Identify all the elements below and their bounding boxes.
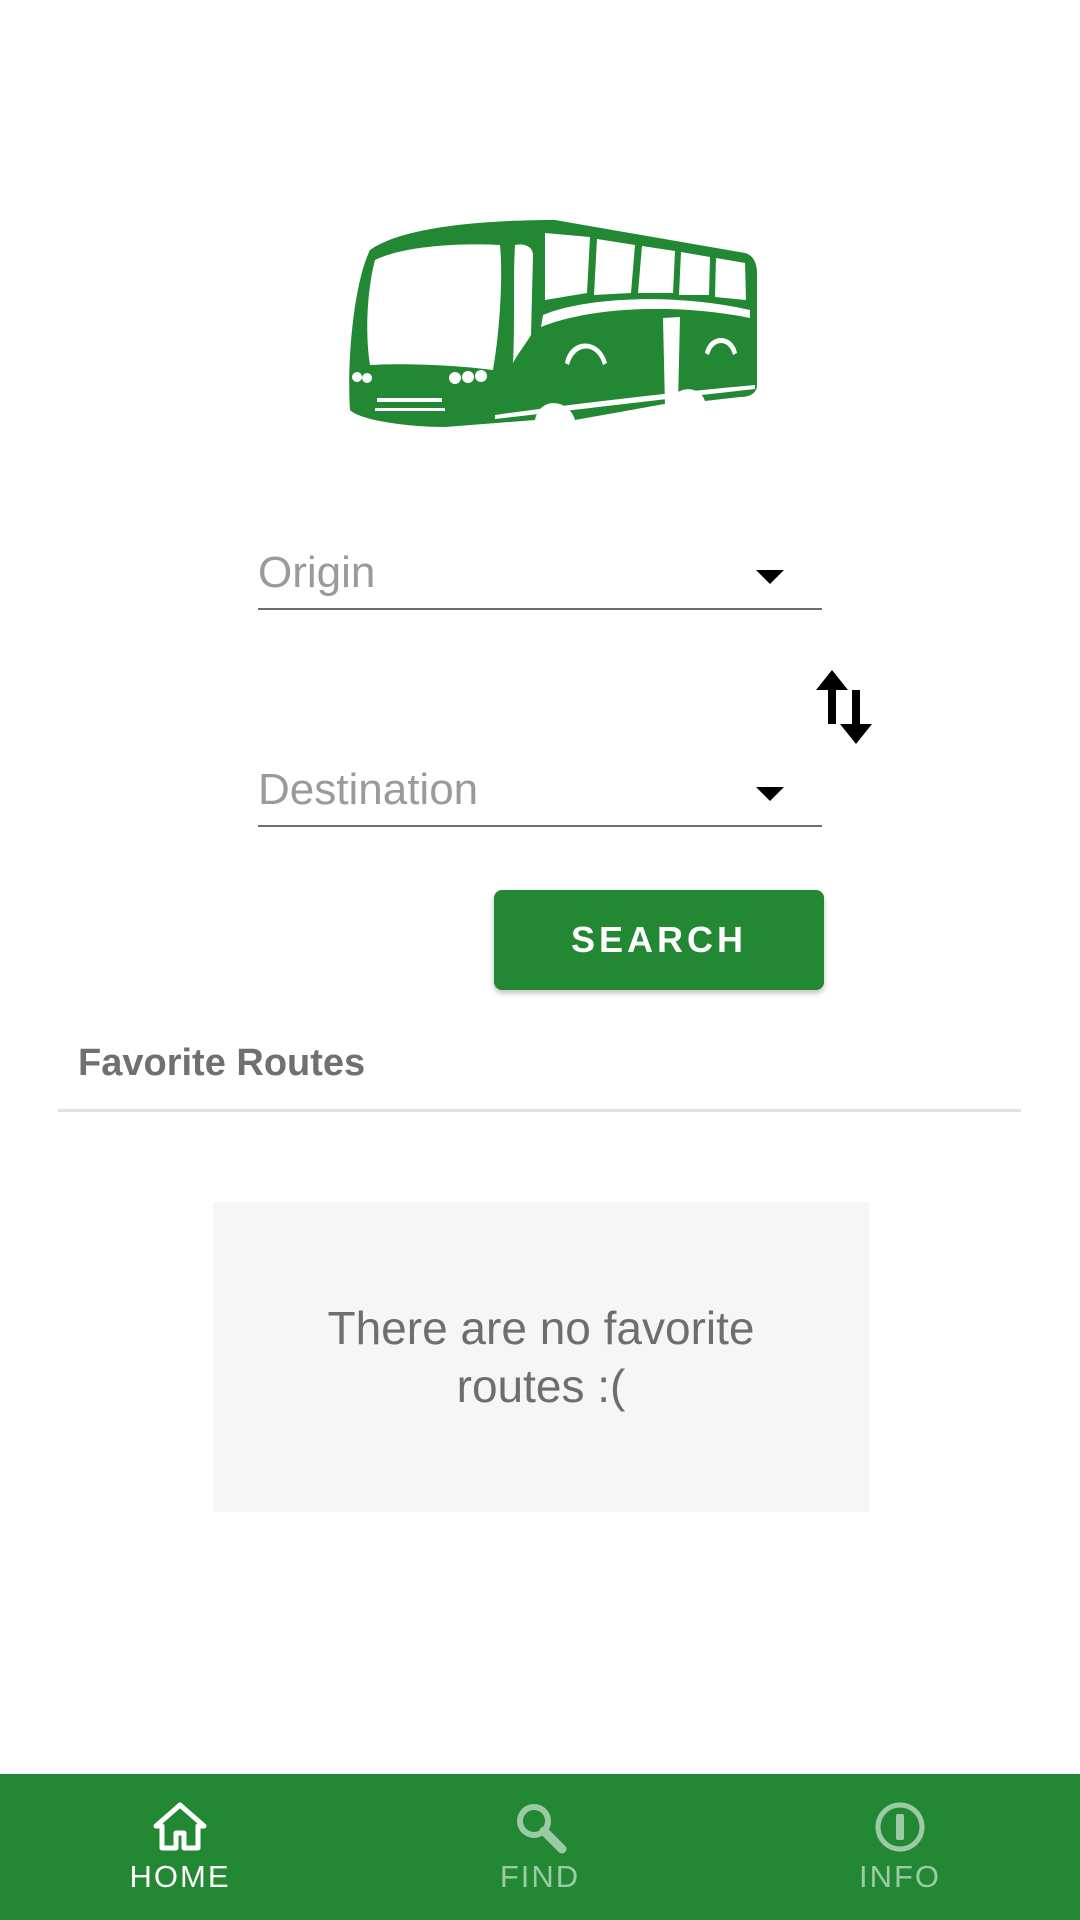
nav-home-label: HOME (129, 1859, 231, 1894)
nav-home[interactable]: HOME (0, 1774, 360, 1920)
swap-vertical-icon[interactable] (812, 668, 876, 746)
home-icon (153, 1802, 207, 1851)
favorites-empty-state: There are no favorite routes :( (213, 1202, 869, 1512)
bus-icon (349, 220, 757, 427)
info-icon (875, 1802, 925, 1852)
section-divider (58, 1109, 1021, 1112)
nav-info[interactable]: INFO (720, 1774, 1080, 1920)
search-icon (517, 1804, 567, 1854)
origin-dropdown[interactable]: Origin (258, 540, 822, 610)
nav-find-label: FIND (499, 1859, 581, 1894)
nav-find[interactable]: FIND (360, 1774, 720, 1920)
empty-message: There are no favorite routes :( (327, 1302, 755, 1412)
dropdown-arrow-icon (756, 787, 784, 801)
bottom-navigation: HOME FIND INFO (0, 1774, 1080, 1920)
origin-placeholder: Origin (258, 548, 376, 597)
dropdown-arrow-icon (756, 570, 784, 584)
destination-placeholder: Destination (258, 765, 479, 814)
favorite-routes-title: Favorite Routes (78, 1042, 366, 1084)
search-button[interactable]: SEARCH (494, 890, 824, 990)
destination-dropdown[interactable]: Destination (258, 757, 822, 827)
nav-info-label: INFO (858, 1859, 942, 1894)
